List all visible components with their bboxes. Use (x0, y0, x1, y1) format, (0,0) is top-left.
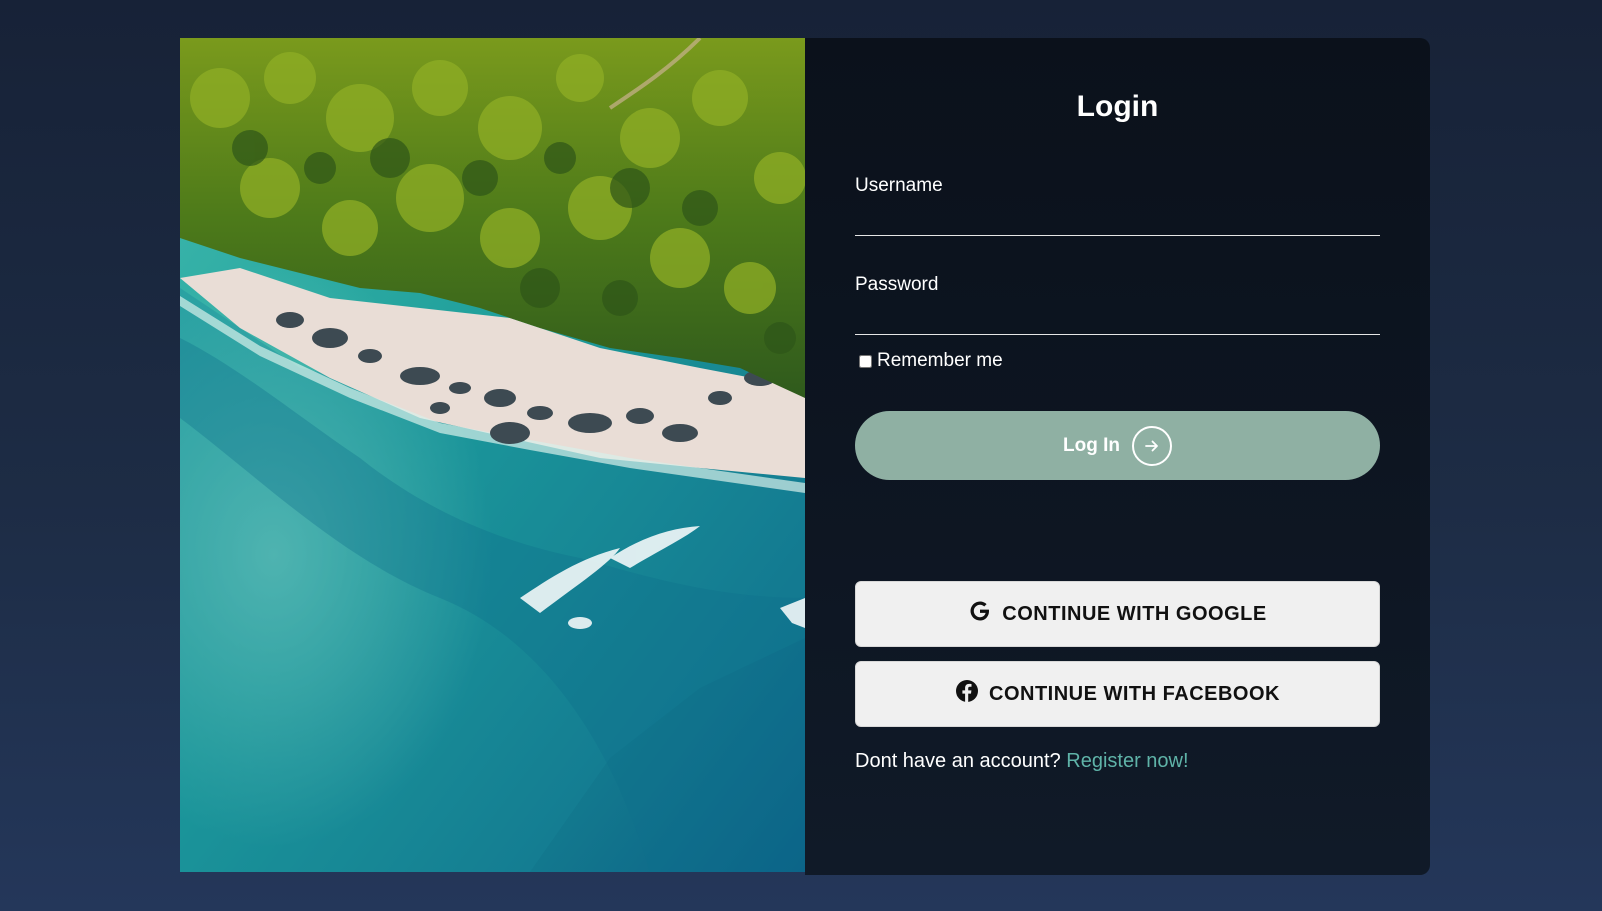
login-title: Login (1076, 90, 1159, 123)
arrow-right-circle-icon (1131, 425, 1172, 466)
facebook-icon (955, 679, 979, 709)
continue-with-google-button[interactable]: CONTINUE WITH GOOGLE (855, 581, 1380, 647)
continue-with-facebook-button[interactable]: CONTINUE WITH FACEBOOK (855, 661, 1380, 727)
google-button-label: CONTINUE WITH GOOGLE (1002, 602, 1267, 625)
register-prompt: Dont have an account? Register now! (855, 750, 1189, 773)
login-panel: Login Username Password Remember me Log … (805, 38, 1430, 875)
remember-me-row: Remember me (857, 350, 1003, 372)
register-link[interactable]: Register now! (1066, 750, 1188, 772)
username-field: Username (855, 175, 1380, 236)
login-button-label: Log In (1063, 434, 1120, 456)
username-label: Username (855, 175, 943, 196)
register-prompt-text: Dont have an account? (855, 750, 1061, 772)
password-field: Password (855, 274, 1380, 335)
remember-me-checkbox[interactable] (859, 354, 872, 368)
username-input[interactable] (855, 211, 1380, 236)
remember-me-label[interactable]: Remember me (877, 350, 1003, 372)
facebook-button-label: CONTINUE WITH FACEBOOK (989, 682, 1280, 705)
login-button[interactable]: Log In (855, 411, 1380, 480)
password-label: Password (855, 274, 939, 295)
password-input[interactable] (855, 310, 1380, 335)
login-card: Login Username Password Remember me Log … (180, 38, 1430, 875)
aerial-beach-photo (180, 38, 805, 872)
google-icon (968, 599, 992, 629)
